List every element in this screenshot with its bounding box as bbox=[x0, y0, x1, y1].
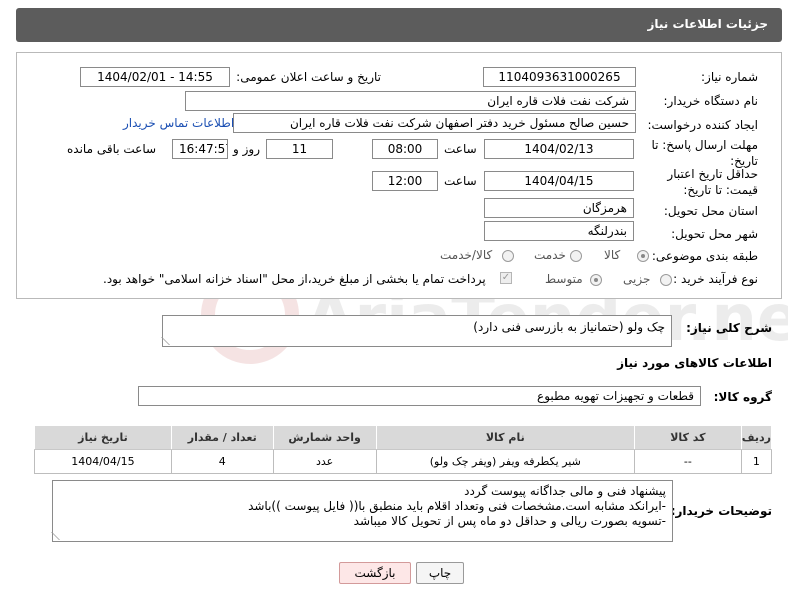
print-button[interactable]: چاپ bbox=[416, 562, 464, 584]
price-validity-label: حداقل تاریخ اعتبار قیمت: تا تاریخ: bbox=[667, 167, 758, 197]
buyer-notes-line: -ایرانکد مشابه است.مشخصات فنی وتعداد اقل… bbox=[248, 499, 666, 513]
reply-deadline-time-label: ساعت bbox=[444, 142, 477, 156]
col-unit: واحد شمارش bbox=[272, 425, 377, 450]
payment-checkbox[interactable]: ✓ bbox=[500, 272, 512, 284]
category-option-service: خدمت bbox=[534, 248, 566, 262]
delivery-city-label: شهر محل تحویل: bbox=[671, 227, 758, 241]
summary-field: چک ولو (حتمانیاز به بازرسی فنی دارد) bbox=[161, 315, 672, 347]
items-table: ردیف کد کالا نام کالا واحد شمارش تعداد /… bbox=[34, 425, 773, 474]
buyer-notes-field: پیشنهاد فنی و مالی جداگانه پیوست گردد -ا… bbox=[51, 480, 673, 542]
buyer-notes-line: -تسویه بصورت ریالی و حداقل دو ماه پس از … bbox=[353, 514, 666, 528]
price-validity-time: 12:00 bbox=[372, 171, 438, 191]
table-header-row: ردیف کد کالا نام کالا واحد شمارش تعداد /… bbox=[34, 425, 773, 450]
resize-handle-icon[interactable] bbox=[51, 532, 67, 540]
delivery-province-field: هرمزگان bbox=[484, 198, 634, 218]
announce-datetime-field: 1404/02/01 - 14:55 bbox=[80, 67, 230, 87]
process-radio-medium[interactable] bbox=[590, 274, 602, 286]
process-radio-minor[interactable] bbox=[660, 274, 672, 286]
process-option-minor: جزیی bbox=[623, 272, 651, 286]
summary-text: چک ولو (حتمانیاز به بازرسی فنی دارد) bbox=[473, 320, 665, 334]
reply-deadline-label: مهلت ارسال پاسخ: تا تاریخ: bbox=[651, 138, 758, 168]
price-validity-date: 1404/04/15 bbox=[484, 171, 634, 191]
buyer-notes-line: پیشنهاد فنی و مالی جداگانه پیوست گردد bbox=[464, 484, 666, 498]
goods-group-label: گروه کالا: bbox=[713, 390, 772, 404]
requester-field: حسین صالح مسئول خرید دفتر اصفهان شرکت نف… bbox=[233, 113, 636, 133]
price-validity-time-label: ساعت bbox=[444, 174, 477, 188]
need-number-field: 1104093631000265 bbox=[483, 67, 636, 87]
col-row-number: ردیف bbox=[740, 425, 773, 450]
cell-need-date: 1404/04/15 bbox=[34, 449, 172, 474]
reply-deadline-date: 1404/02/13 bbox=[484, 139, 634, 159]
remaining-time-field: 16:47:57 bbox=[172, 139, 228, 159]
buyer-contact-link[interactable]: اطلاعات تماس خریدار bbox=[123, 116, 234, 130]
remaining-time-label: ساعت باقی مانده bbox=[67, 142, 157, 156]
category-radio-service[interactable] bbox=[570, 250, 582, 262]
page-title: جزئیات اطلاعات نیاز bbox=[647, 17, 768, 31]
col-need-date: تاریخ نیاز bbox=[34, 425, 172, 450]
buyer-org-label: نام دستگاه خریدار: bbox=[663, 94, 759, 108]
requester-label: ایجاد کننده درخواست: bbox=[647, 118, 758, 132]
announce-datetime-label: تاریخ و ساعت اعلان عمومی: bbox=[236, 70, 381, 84]
payment-note: پرداخت تمام یا بخشی از مبلغ خرید،از محل … bbox=[103, 272, 486, 286]
need-number-label: شماره نیاز: bbox=[701, 70, 758, 84]
cell-quantity: 4 bbox=[170, 449, 274, 474]
category-option-goods-service: کالا/خدمت bbox=[440, 248, 493, 262]
back-button[interactable]: بازگشت bbox=[339, 562, 411, 584]
delivery-city-field: بندرلنگه bbox=[484, 221, 634, 241]
cell-row-number: 1 bbox=[740, 449, 773, 474]
buyer-org-field: شرکت نفت فلات قاره ایران bbox=[185, 91, 636, 111]
category-radio-goods[interactable] bbox=[637, 250, 649, 262]
col-goods-code: کد کالا bbox=[634, 425, 742, 450]
process-type-label: نوع فرآیند خرید : bbox=[673, 272, 758, 286]
summary-label: شرح کلی نیاز: bbox=[686, 321, 772, 335]
items-section-title: اطلاعات کالاهای مورد نیاز bbox=[617, 356, 772, 370]
reply-deadline-time: 08:00 bbox=[372, 139, 438, 159]
table-row[interactable]: 1 -- شیر یکطرفه ویفر (ویفر چک ولو) عدد 4… bbox=[34, 449, 773, 474]
resize-handle-icon[interactable] bbox=[161, 337, 177, 345]
col-quantity: تعداد / مقدار bbox=[170, 425, 274, 450]
category-radio-goods-service[interactable] bbox=[502, 250, 514, 262]
cell-goods-code: -- bbox=[634, 449, 742, 474]
cell-goods-name: شیر یکطرفه ویفر (ویفر چک ولو) bbox=[375, 449, 635, 474]
col-goods-name: نام کالا bbox=[375, 425, 636, 450]
page-header: جزئیات اطلاعات نیاز bbox=[16, 8, 782, 42]
category-label: طبقه بندی موضوعی: bbox=[651, 249, 758, 263]
delivery-province-label: استان محل تحویل: bbox=[663, 204, 758, 218]
process-option-medium: متوسط bbox=[545, 272, 583, 286]
days-label: روز و bbox=[233, 142, 260, 156]
category-option-goods: کالا bbox=[604, 248, 621, 262]
cell-unit: عدد bbox=[272, 449, 377, 474]
reply-deadline-days: 11 bbox=[266, 139, 333, 159]
buyer-notes-label: توضیحات خریدار: bbox=[670, 504, 772, 518]
goods-group-field: قطعات و تجهیزات تهویه مطبوع bbox=[138, 386, 701, 406]
